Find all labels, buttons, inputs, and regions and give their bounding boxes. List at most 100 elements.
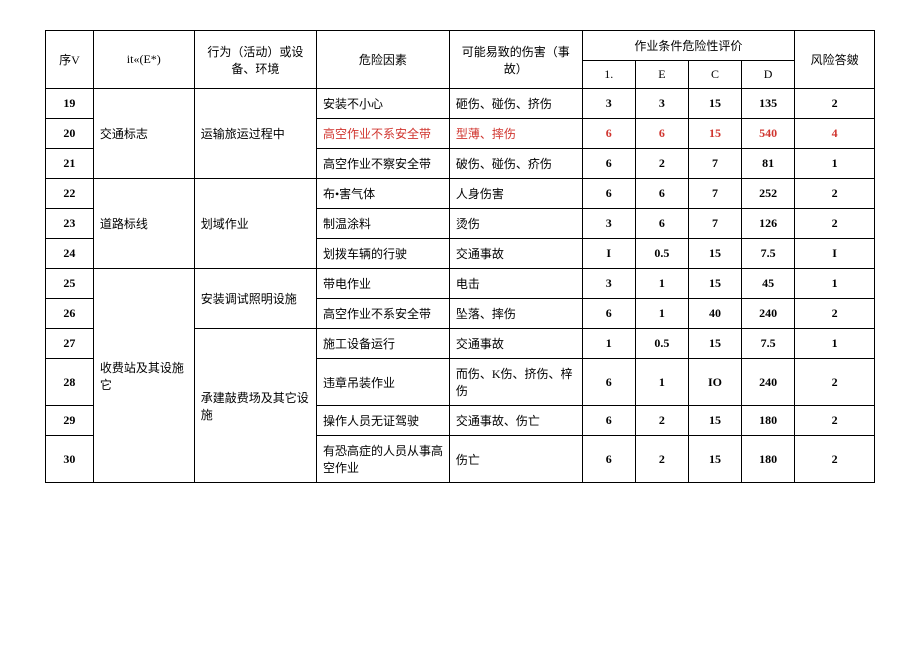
cell-e: 2: [635, 436, 688, 483]
cell-d: 180: [742, 406, 795, 436]
cell-seq: 19: [46, 89, 94, 119]
header-name: it«(E*): [93, 31, 194, 89]
cell-risk: 高空作业不系安全带: [316, 119, 449, 149]
cell-seq: 28: [46, 359, 94, 406]
cell-lv: 2: [795, 179, 875, 209]
cell-c: 15: [688, 329, 741, 359]
header-harm: 可能易致的伤害（事故）: [449, 31, 582, 89]
cell-c: 7: [688, 149, 741, 179]
cell-e: 6: [635, 209, 688, 239]
cell-name: 收费站及其设施它: [93, 269, 194, 483]
cell-l: 6: [582, 359, 635, 406]
cell-d: 7.5: [742, 239, 795, 269]
cell-d: 240: [742, 359, 795, 406]
header-level: 风险答皴: [795, 31, 875, 89]
cell-e: 3: [635, 89, 688, 119]
cell-d: 45: [742, 269, 795, 299]
table-row: 19交通标志运输旅运过程中安装不小心砸伤、碰伤、挤伤33151352: [46, 89, 875, 119]
cell-seq: 29: [46, 406, 94, 436]
cell-harm: 交通事故、伤亡: [449, 406, 582, 436]
cell-d: 252: [742, 179, 795, 209]
cell-activity: 划域作业: [194, 179, 316, 269]
cell-c: 15: [688, 119, 741, 149]
cell-l: 6: [582, 436, 635, 483]
cell-activity: 承建敲费场及其它设施: [194, 329, 316, 483]
cell-l: 6: [582, 149, 635, 179]
cell-e: 2: [635, 149, 688, 179]
cell-e: 6: [635, 119, 688, 149]
cell-risk: 划拨车辆的行驶: [316, 239, 449, 269]
cell-l: 6: [582, 299, 635, 329]
cell-d: 240: [742, 299, 795, 329]
header-eval-group: 作业条件危险性评价: [582, 31, 795, 61]
cell-seq: 23: [46, 209, 94, 239]
cell-l: 3: [582, 89, 635, 119]
cell-c: 7: [688, 209, 741, 239]
cell-risk: 带电作业: [316, 269, 449, 299]
cell-lv: 2: [795, 209, 875, 239]
cell-d: 135: [742, 89, 795, 119]
cell-seq: 24: [46, 239, 94, 269]
header-seq: 序V: [46, 31, 94, 89]
cell-harm: 电击: [449, 269, 582, 299]
cell-risk: 制温涂料: [316, 209, 449, 239]
cell-risk: 有恐高症的人员从事高空作业: [316, 436, 449, 483]
cell-name: 交通标志: [93, 89, 194, 179]
cell-c: 40: [688, 299, 741, 329]
cell-lv: 2: [795, 436, 875, 483]
cell-seq: 22: [46, 179, 94, 209]
cell-seq: 25: [46, 269, 94, 299]
cell-risk: 操作人员无证驾驶: [316, 406, 449, 436]
cell-harm: 砸伤、碰伤、挤伤: [449, 89, 582, 119]
cell-e: 1: [635, 359, 688, 406]
cell-harm: 交通事故: [449, 239, 582, 269]
table-row: 22道路标线划域作业布•害气体人身伤害6672522: [46, 179, 875, 209]
cell-lv: I: [795, 239, 875, 269]
cell-d: 180: [742, 436, 795, 483]
header-c: C: [688, 61, 741, 89]
table-row: 25收费站及其设施它安装调试照明设施带电作业电击3115451: [46, 269, 875, 299]
cell-e: 1: [635, 299, 688, 329]
cell-seq: 20: [46, 119, 94, 149]
cell-activity: 运输旅运过程中: [194, 89, 316, 179]
header-d: D: [742, 61, 795, 89]
cell-harm: 破伤、碰伤、疥伤: [449, 149, 582, 179]
cell-lv: 2: [795, 359, 875, 406]
cell-c: 15: [688, 89, 741, 119]
header-activity: 行为（活动）或设备、环境: [194, 31, 316, 89]
cell-e: 1: [635, 269, 688, 299]
cell-l: 6: [582, 119, 635, 149]
table-body: 19交通标志运输旅运过程中安装不小心砸伤、碰伤、挤伤3315135220高空作业…: [46, 89, 875, 483]
cell-c: 7: [688, 179, 741, 209]
cell-l: 6: [582, 179, 635, 209]
cell-lv: 4: [795, 119, 875, 149]
cell-harm: 而伤、K伤、挤伤、梓伤: [449, 359, 582, 406]
cell-harm: 型薄、摔伤: [449, 119, 582, 149]
cell-harm: 坠落、摔伤: [449, 299, 582, 329]
risk-assessment-table: 序V it«(E*) 行为（活动）或设备、环境 危险因素 可能易致的伤害（事故）…: [45, 30, 875, 483]
cell-seq: 21: [46, 149, 94, 179]
cell-lv: 1: [795, 149, 875, 179]
cell-harm: 伤亡: [449, 436, 582, 483]
cell-risk: 违章吊装作业: [316, 359, 449, 406]
cell-lv: 1: [795, 269, 875, 299]
cell-activity: 安装调试照明设施: [194, 269, 316, 329]
cell-c: 15: [688, 239, 741, 269]
cell-risk: 布•害气体: [316, 179, 449, 209]
cell-lv: 1: [795, 329, 875, 359]
cell-lv: 2: [795, 89, 875, 119]
cell-l: 1: [582, 329, 635, 359]
cell-risk: 安装不小心: [316, 89, 449, 119]
cell-l: 6: [582, 406, 635, 436]
cell-seq: 26: [46, 299, 94, 329]
cell-risk: 高空作业不系安全带: [316, 299, 449, 329]
cell-d: 126: [742, 209, 795, 239]
cell-l: 3: [582, 269, 635, 299]
cell-harm: 交通事故: [449, 329, 582, 359]
cell-harm: 人身伤害: [449, 179, 582, 209]
cell-e: 0.5: [635, 329, 688, 359]
cell-seq: 30: [46, 436, 94, 483]
cell-c: 15: [688, 269, 741, 299]
cell-l: 3: [582, 209, 635, 239]
cell-risk: 高空作业不察安全带: [316, 149, 449, 179]
